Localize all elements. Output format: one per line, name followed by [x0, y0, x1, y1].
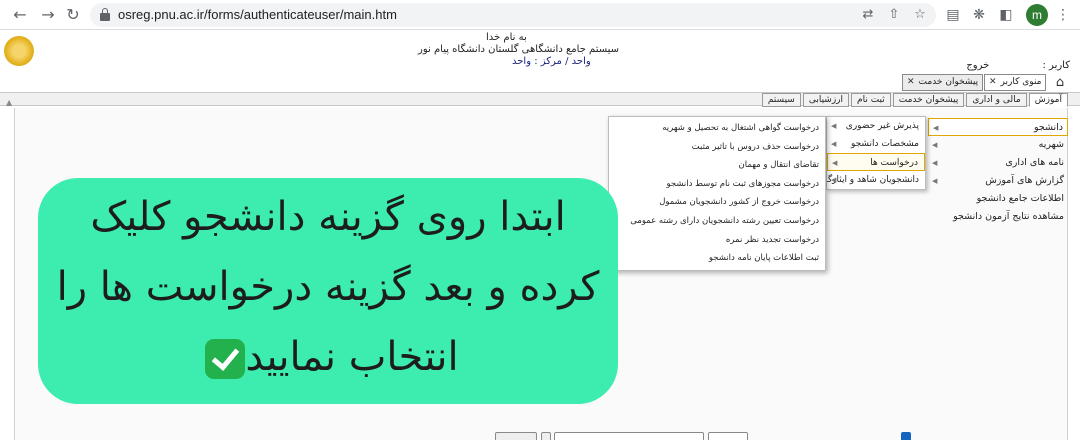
- menu-education[interactable]: آموزش: [1028, 93, 1068, 107]
- header-bismillah: به نام خدا: [486, 32, 527, 43]
- menu-education-reports-label: گزارش های آموزش: [985, 175, 1064, 186]
- menu-level2: پذیرش غیر حضوری ◀ مشخصات دانشجو ◀ درخواس…: [826, 116, 926, 190]
- lock-icon[interactable]: [100, 8, 110, 21]
- tab-service-desk-label: پیشخوان خدمت: [918, 77, 979, 87]
- callout-line-3: انتخاب نمایید: [38, 334, 618, 380]
- menu-requests[interactable]: درخواست ها ◀: [827, 153, 925, 171]
- submenu-arrow-icon: ◀: [831, 176, 837, 184]
- browser-toolbar: ← → ↻ osreg.pnu.ac.ir/forms/authenticate…: [0, 0, 1080, 30]
- media-icon[interactable]: ▤: [944, 6, 962, 24]
- back-arrow-icon[interactable]: ←: [10, 5, 30, 25]
- tab-service-desk[interactable]: پیشخوان خدمت ✕: [902, 74, 984, 91]
- user-row: کاربر : خروج: [966, 60, 1070, 71]
- form-year-input[interactable]: [708, 432, 748, 440]
- menu-admin-letters[interactable]: نامه های اداری ◀: [928, 154, 1068, 172]
- menu-student-info[interactable]: اطلاعات جامع دانشجو: [928, 190, 1068, 208]
- side-panel-icon[interactable]: ◧: [997, 6, 1015, 24]
- menu-request-drop-courses[interactable]: درخواست حذف دروس با تاثیر مثبت: [609, 138, 825, 157]
- menu-exam-results-label: مشاهده نتایج آزمون دانشجو: [953, 211, 1064, 222]
- instruction-callout: ابتدا روی گزینه دانشجو کلیک کرده و بعد گ…: [38, 178, 618, 404]
- callout-line-1: ابتدا روی گزینه دانشجو کلیک: [90, 194, 566, 240]
- university-logo: [4, 36, 34, 66]
- menu-thesis-info[interactable]: ثبت اطلاعات پایان نامه دانشجو: [609, 249, 825, 268]
- translate-icon[interactable]: ⇄: [860, 7, 876, 23]
- menu-student-details[interactable]: مشخصات دانشجو ◀: [827, 135, 925, 153]
- header-unit: واحد / مرکز : واحد: [512, 56, 591, 67]
- menu-request-exit-country[interactable]: درخواست خروج از کشور دانشجویان مشمول: [609, 193, 825, 212]
- callout-line-2: کرده و بعد گزینه درخواست ها را: [56, 264, 600, 310]
- menu-education-reports[interactable]: گزارش های آموزش ◀: [928, 172, 1068, 190]
- address-bar[interactable]: osreg.pnu.ac.ir/forms/authenticateuser/m…: [90, 3, 936, 27]
- close-icon[interactable]: ✕: [989, 75, 997, 90]
- checkmark-icon: [205, 339, 246, 379]
- menu-tuition[interactable]: شهریه ◀: [928, 136, 1068, 154]
- menu-remote-admission-label: پذیرش غیر حضوری: [845, 121, 919, 131]
- menu-level3: درخواست گواهی اشتغال به تحصیل و شهریه در…: [608, 116, 826, 271]
- menu-exam-results[interactable]: مشاهده نتایج آزمون دانشجو: [928, 208, 1068, 226]
- submenu-arrow-icon: ◀: [932, 159, 938, 167]
- menu-request-certificate[interactable]: درخواست گواهی اشتغال به تحصیل و شهریه: [609, 119, 825, 138]
- profile-avatar[interactable]: m: [1026, 4, 1048, 26]
- share-icon[interactable]: ⇧: [886, 7, 902, 23]
- tab-user-menu[interactable]: منوی کاربر ✕: [984, 74, 1047, 91]
- menu-requests-label: درخواست ها: [870, 158, 918, 168]
- url-text[interactable]: osreg.pnu.ac.ir/forms/authenticateuser/m…: [118, 7, 397, 22]
- star-bookmark-icon[interactable]: ☆: [912, 7, 928, 23]
- menu-martyr-students[interactable]: دانشجویان شاهد و ایثارگر ◀: [827, 171, 925, 189]
- header-system-title: سیستم جامع دانشگاهی گلستان دانشگاه پیام …: [418, 44, 620, 55]
- forward-arrow-icon[interactable]: →: [38, 5, 58, 25]
- menu-system[interactable]: سیستم: [761, 93, 801, 107]
- submenu-arrow-icon: ◀: [932, 141, 938, 149]
- menu-request-grade-review[interactable]: درخواست تجدید نظر نمره: [609, 231, 825, 250]
- menu-service-desk[interactable]: پیشخوان خدمت: [892, 93, 965, 107]
- menu-student-info-label: اطلاعات جامع دانشجو: [976, 193, 1064, 204]
- menu-level1: دانشجو ◀ شهریه ◀ نامه های اداری ◀ گزارش …: [928, 118, 1068, 226]
- form-input[interactable]: [554, 432, 704, 440]
- menu-remote-admission[interactable]: پذیرش غیر حضوری ◀: [827, 117, 925, 135]
- submenu-arrow-icon: ◀: [932, 177, 938, 185]
- main-menubar: آموزش مالی و اداری پیشخوان خدمت ثبت نام …: [761, 93, 1068, 107]
- callout-line-3-text: انتخاب نمایید: [245, 334, 459, 380]
- collapse-arrow-icon[interactable]: ▲: [6, 98, 12, 107]
- menu-request-transfer[interactable]: تقاضای انتقال و مهمان: [609, 156, 825, 175]
- menu-student-details-label: مشخصات دانشجو: [850, 139, 919, 149]
- submenu-arrow-icon: ◀: [831, 140, 837, 148]
- menu-request-registration-permits[interactable]: درخواست مجوزهای ثبت نام توسط دانشجو: [609, 175, 825, 194]
- menu-request-major-selection[interactable]: درخواست تعیین رشته دانشجویان دارای رشته …: [609, 212, 825, 231]
- form-small-button[interactable]: [541, 432, 551, 440]
- more-menu-icon[interactable]: ⋮: [1056, 6, 1070, 24]
- form-button[interactable]: [495, 432, 537, 440]
- menu-martyr-students-label: دانشجویان شاهد و ایثارگر: [827, 175, 919, 185]
- extensions-puzzle-icon[interactable]: ❋: [970, 6, 988, 24]
- tab-user-menu-label: منوی کاربر: [1000, 77, 1042, 87]
- submenu-arrow-icon: ◀: [933, 124, 939, 132]
- menu-registration[interactable]: ثبت نام: [851, 93, 891, 107]
- home-icon[interactable]: ⌂: [1052, 75, 1068, 91]
- submenu-arrow-icon: ◀: [831, 122, 837, 130]
- user-label: کاربر :: [1042, 60, 1071, 71]
- submenu-arrow-icon: ◀: [832, 159, 838, 167]
- menu-finance[interactable]: مالی و اداری: [966, 93, 1027, 107]
- form-checkbox[interactable]: [901, 432, 911, 440]
- close-icon[interactable]: ✕: [907, 75, 915, 90]
- menu-student[interactable]: دانشجو ◀: [928, 118, 1068, 136]
- reload-icon[interactable]: ↻: [63, 5, 83, 25]
- menu-admin-letters-label: نامه های اداری: [1005, 157, 1064, 168]
- menu-tuition-label: شهریه: [1038, 139, 1064, 150]
- menu-evaluation[interactable]: ارزشیابی: [802, 93, 850, 107]
- menu-student-label: دانشجو: [1033, 122, 1063, 133]
- exit-link[interactable]: خروج: [966, 60, 989, 71]
